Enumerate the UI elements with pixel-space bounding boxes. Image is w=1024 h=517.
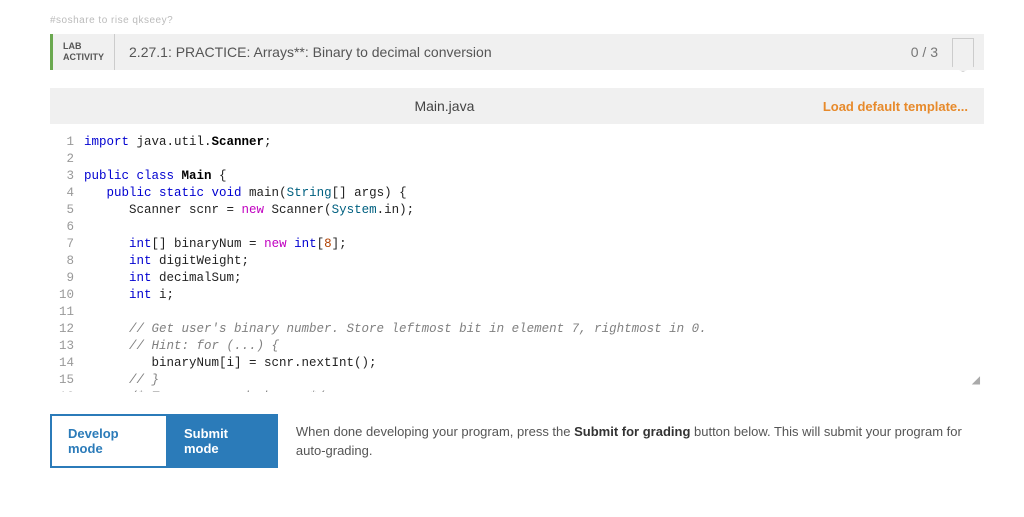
mode-description: When done developing your program, press… bbox=[296, 422, 984, 461]
mode-desc-pre: When done developing your program, press… bbox=[296, 424, 574, 439]
code-line[interactable]: 8 int digitWeight; bbox=[50, 253, 984, 270]
resize-handle-icon[interactable]: ◢ bbox=[972, 373, 980, 390]
mode-bar: Develop mode Submit mode When done devel… bbox=[50, 414, 984, 468]
lab-activity-tag: LAB ACTIVITY bbox=[53, 34, 115, 70]
code-line[interactable]: 6 bbox=[50, 219, 984, 236]
code-content[interactable]: // Hint: for (...) { bbox=[84, 338, 984, 355]
line-number: 9 bbox=[50, 270, 84, 287]
code-line[interactable]: 16 /* Type your code here. */ bbox=[50, 389, 984, 392]
code-line[interactable]: 13 // Hint: for (...) { bbox=[50, 338, 984, 355]
submit-mode-button[interactable]: Submit mode bbox=[168, 414, 278, 468]
code-line[interactable]: 12 // Get user's binary number. Store le… bbox=[50, 321, 984, 338]
mode-desc-bold: Submit for grading bbox=[574, 424, 690, 439]
code-content[interactable]: import java.util.Scanner; bbox=[84, 134, 984, 151]
code-content[interactable]: /* Type your code here. */ bbox=[84, 389, 984, 392]
code-content[interactable]: int digitWeight; bbox=[84, 253, 984, 270]
load-default-template-link[interactable]: Load default template... bbox=[823, 99, 968, 114]
line-number: 6 bbox=[50, 219, 84, 236]
breadcrumb: #soshare to rise qkseey? bbox=[50, 15, 984, 26]
line-number: 8 bbox=[50, 253, 84, 270]
line-number: 4 bbox=[50, 185, 84, 202]
code-content[interactable]: int[] binaryNum = new int[8]; bbox=[84, 236, 984, 253]
file-name: Main.java bbox=[66, 98, 823, 114]
line-number: 13 bbox=[50, 338, 84, 355]
code-content[interactable]: // Get user's binary number. Store leftm… bbox=[84, 321, 984, 338]
lab-title: 2.27.1: PRACTICE: Arrays**: Binary to de… bbox=[115, 34, 899, 70]
line-number: 15 bbox=[50, 372, 84, 389]
line-number: 3 bbox=[50, 168, 84, 185]
code-content[interactable]: Scanner scnr = new Scanner(System.in); bbox=[84, 202, 984, 219]
code-content[interactable]: binaryNum[i] = scnr.nextInt(); bbox=[84, 355, 984, 372]
code-line[interactable]: 2 bbox=[50, 151, 984, 168]
lab-header: LAB ACTIVITY 2.27.1: PRACTICE: Arrays**:… bbox=[50, 34, 984, 70]
line-number: 2 bbox=[50, 151, 84, 168]
lab-score: 0 / 3 bbox=[899, 34, 950, 70]
code-line[interactable]: 11 bbox=[50, 304, 984, 321]
bookmark-icon[interactable] bbox=[952, 38, 974, 66]
code-line[interactable]: 4 public static void main(String[] args)… bbox=[50, 185, 984, 202]
line-number: 1 bbox=[50, 134, 84, 151]
code-line[interactable]: 5 Scanner scnr = new Scanner(System.in); bbox=[50, 202, 984, 219]
file-header-bar: Main.java Load default template... bbox=[50, 88, 984, 124]
line-number: 10 bbox=[50, 287, 84, 304]
code-content[interactable]: // } bbox=[84, 372, 984, 389]
code-line[interactable]: 7 int[] binaryNum = new int[8]; bbox=[50, 236, 984, 253]
code-line[interactable]: 3public class Main { bbox=[50, 168, 984, 185]
line-number: 7 bbox=[50, 236, 84, 253]
lab-tag-line1: LAB bbox=[63, 41, 104, 52]
code-content[interactable] bbox=[84, 219, 984, 236]
code-line[interactable]: 9 int decimalSum; bbox=[50, 270, 984, 287]
code-content[interactable] bbox=[84, 304, 984, 321]
code-line[interactable]: 14 binaryNum[i] = scnr.nextInt(); bbox=[50, 355, 984, 372]
line-number: 16 bbox=[50, 389, 84, 392]
develop-mode-button[interactable]: Develop mode bbox=[50, 414, 168, 468]
code-line[interactable]: 15 // } bbox=[50, 372, 984, 389]
lab-tag-line2: ACTIVITY bbox=[63, 52, 104, 63]
code-line[interactable]: 10 int i; bbox=[50, 287, 984, 304]
code-content[interactable]: public class Main { bbox=[84, 168, 984, 185]
line-number: 5 bbox=[50, 202, 84, 219]
line-number: 12 bbox=[50, 321, 84, 338]
code-content[interactable]: public static void main(String[] args) { bbox=[84, 185, 984, 202]
code-content[interactable]: int i; bbox=[84, 287, 984, 304]
code-content[interactable] bbox=[84, 151, 984, 168]
code-editor[interactable]: 1import java.util.Scanner;23public class… bbox=[50, 130, 984, 392]
code-line[interactable]: 1import java.util.Scanner; bbox=[50, 134, 984, 151]
line-number: 14 bbox=[50, 355, 84, 372]
line-number: 11 bbox=[50, 304, 84, 321]
code-content[interactable]: int decimalSum; bbox=[84, 270, 984, 287]
